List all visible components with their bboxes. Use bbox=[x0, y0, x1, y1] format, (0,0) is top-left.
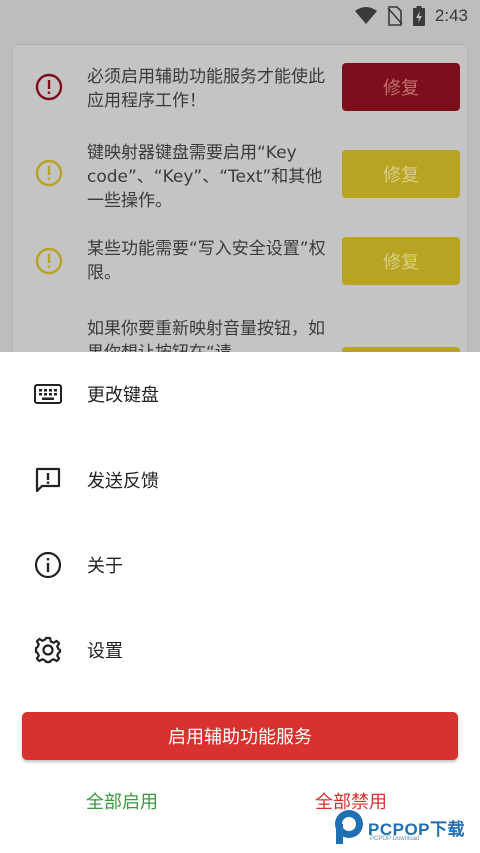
warning-circle-icon bbox=[35, 159, 63, 187]
feedback-icon bbox=[33, 465, 63, 495]
info-icon bbox=[33, 550, 63, 580]
warning-circle-icon bbox=[35, 247, 63, 275]
wifi-icon bbox=[354, 7, 377, 24]
clock: 2:43 bbox=[434, 6, 468, 25]
status-bar: 2:43 bbox=[0, 0, 480, 32]
menu-item-change-keyboard[interactable]: 更改键盘 bbox=[0, 364, 480, 424]
bottom-sheet bbox=[0, 352, 480, 853]
error-circle-icon bbox=[35, 73, 63, 101]
menu-item-send-feedback[interactable]: 发送反馈 bbox=[0, 450, 480, 510]
battery-icon bbox=[412, 6, 425, 26]
gear-icon bbox=[33, 635, 63, 665]
menu-item-settings[interactable]: 设置 bbox=[0, 620, 480, 680]
fix-button[interactable]: 修复 bbox=[342, 150, 460, 198]
enable-accessibility-button[interactable]: 启用辅助功能服务 bbox=[22, 712, 458, 760]
warning-text: 必须启用辅助功能服务才能使此应用程序工作！ bbox=[87, 67, 325, 111]
warning-row: 键映射器键盘需要启用“Key code”、“Key”、“Text”和其他一些操作… bbox=[13, 141, 467, 217]
fix-button[interactable]: 修复 bbox=[342, 237, 460, 285]
warning-text: 键映射器键盘需要启用“Key code”、“Key”、“Text”和其他一些操作… bbox=[87, 143, 323, 211]
menu-item-label: 关于 bbox=[87, 556, 123, 577]
warning-row: 必须启用辅助功能服务才能使此应用程序工作！ 修复 bbox=[13, 59, 467, 119]
menu-item-label: 设置 bbox=[87, 641, 123, 662]
menu-item-about[interactable]: 关于 bbox=[0, 535, 480, 595]
menu-item-label: 发送反馈 bbox=[87, 471, 159, 492]
enable-all-link[interactable]: 全部启用 bbox=[86, 788, 158, 814]
warnings-card: 必须启用辅助功能服务才能使此应用程序工作！ 修复 键映射器键盘需要启用“Key … bbox=[12, 44, 468, 374]
no-sim-icon bbox=[387, 6, 403, 26]
keyboard-icon bbox=[33, 379, 63, 409]
menu-item-label: 更改键盘 bbox=[87, 385, 159, 406]
fix-button[interactable]: 修复 bbox=[342, 63, 460, 111]
watermark-sub: PCPOP Download bbox=[370, 836, 420, 842]
pcpop-logo-icon bbox=[335, 810, 363, 844]
watermark-logo: PCPOP下载 PCPOP Download bbox=[330, 806, 480, 850]
warning-row: 某些功能需要“写入安全设置”权限。 修复 bbox=[13, 235, 467, 287]
warning-text: 某些功能需要“写入安全设置”权限。 bbox=[87, 239, 326, 283]
